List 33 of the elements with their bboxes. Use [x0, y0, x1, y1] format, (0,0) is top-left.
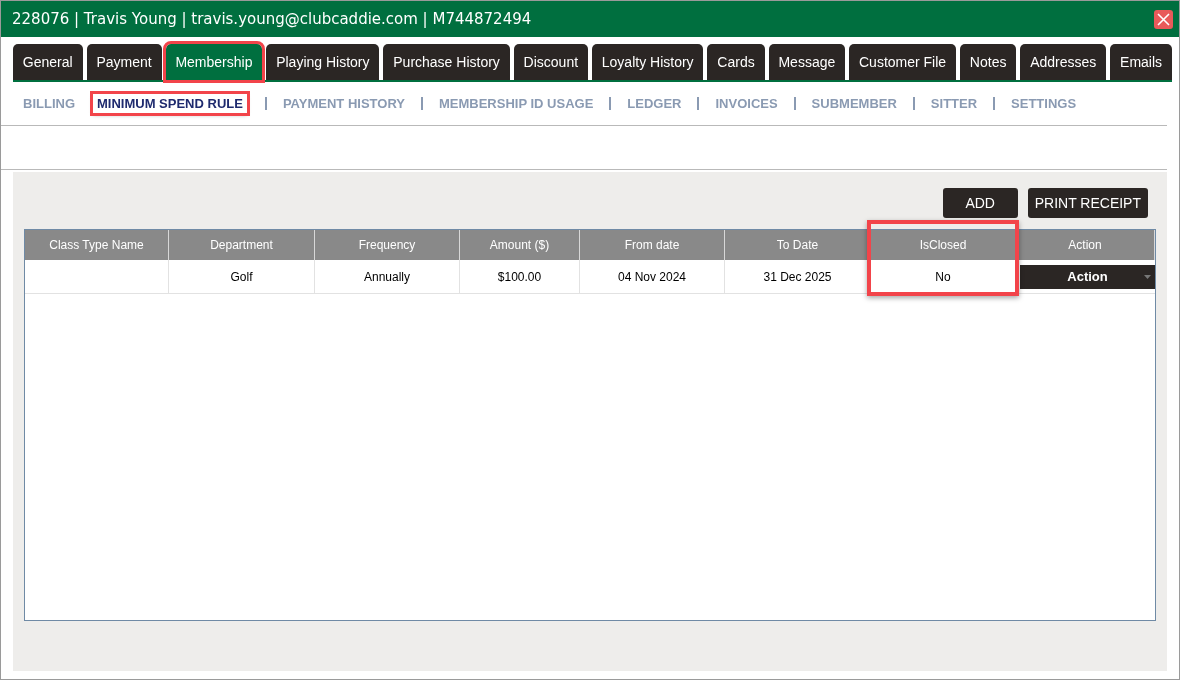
tab[interactable]: Emails — [1110, 44, 1172, 80]
table-cell: 04 Nov 2024 — [580, 260, 725, 294]
tab[interactable]: Addresses — [1020, 44, 1107, 80]
tab[interactable]: Cards — [707, 44, 765, 80]
subtab-link[interactable]: MINIMUM SPEND RULE — [93, 94, 247, 113]
tab[interactable]: Loyalty History — [591, 44, 704, 80]
column-header: Department — [169, 230, 315, 260]
table-cell: Golf — [169, 260, 315, 294]
close-button[interactable] — [1154, 9, 1173, 29]
tab[interactable]: General — [13, 44, 83, 80]
column-header: Action — [1016, 230, 1155, 260]
tab[interactable]: Payment — [86, 44, 162, 80]
tab[interactable]: Playing History — [266, 44, 380, 80]
tab[interactable]: Discount — [513, 44, 588, 80]
window-title: 228076 | Travis Young | travis.young@clubcaddie.com | M744872494 — [12, 10, 532, 28]
caret-icon — [1144, 274, 1151, 279]
column-header: Frequency — [315, 230, 460, 260]
toolbar-button[interactable]: ADD — [942, 188, 1018, 218]
tab[interactable]: Customer File — [849, 44, 956, 80]
tab[interactable]: Message — [768, 44, 846, 80]
table-cell: Annually — [315, 260, 460, 294]
tab[interactable]: Purchase History — [383, 44, 510, 80]
action-dropdown[interactable]: Action — [1020, 264, 1155, 289]
table-cell: 31 Dec 2025 — [725, 260, 871, 294]
column-header: Class Type Name — [25, 230, 169, 260]
tab[interactable]: Membership — [165, 44, 263, 80]
column-header: From date — [580, 230, 725, 260]
close-icon — [1157, 12, 1170, 26]
table-cell: $100.00 — [460, 260, 580, 294]
toolbar-button[interactable]: PRINT RECEIPT — [1027, 188, 1148, 218]
table-cell: No — [871, 260, 1016, 294]
column-header: Amount ($) — [460, 230, 580, 260]
tab[interactable]: Notes — [960, 44, 1017, 80]
